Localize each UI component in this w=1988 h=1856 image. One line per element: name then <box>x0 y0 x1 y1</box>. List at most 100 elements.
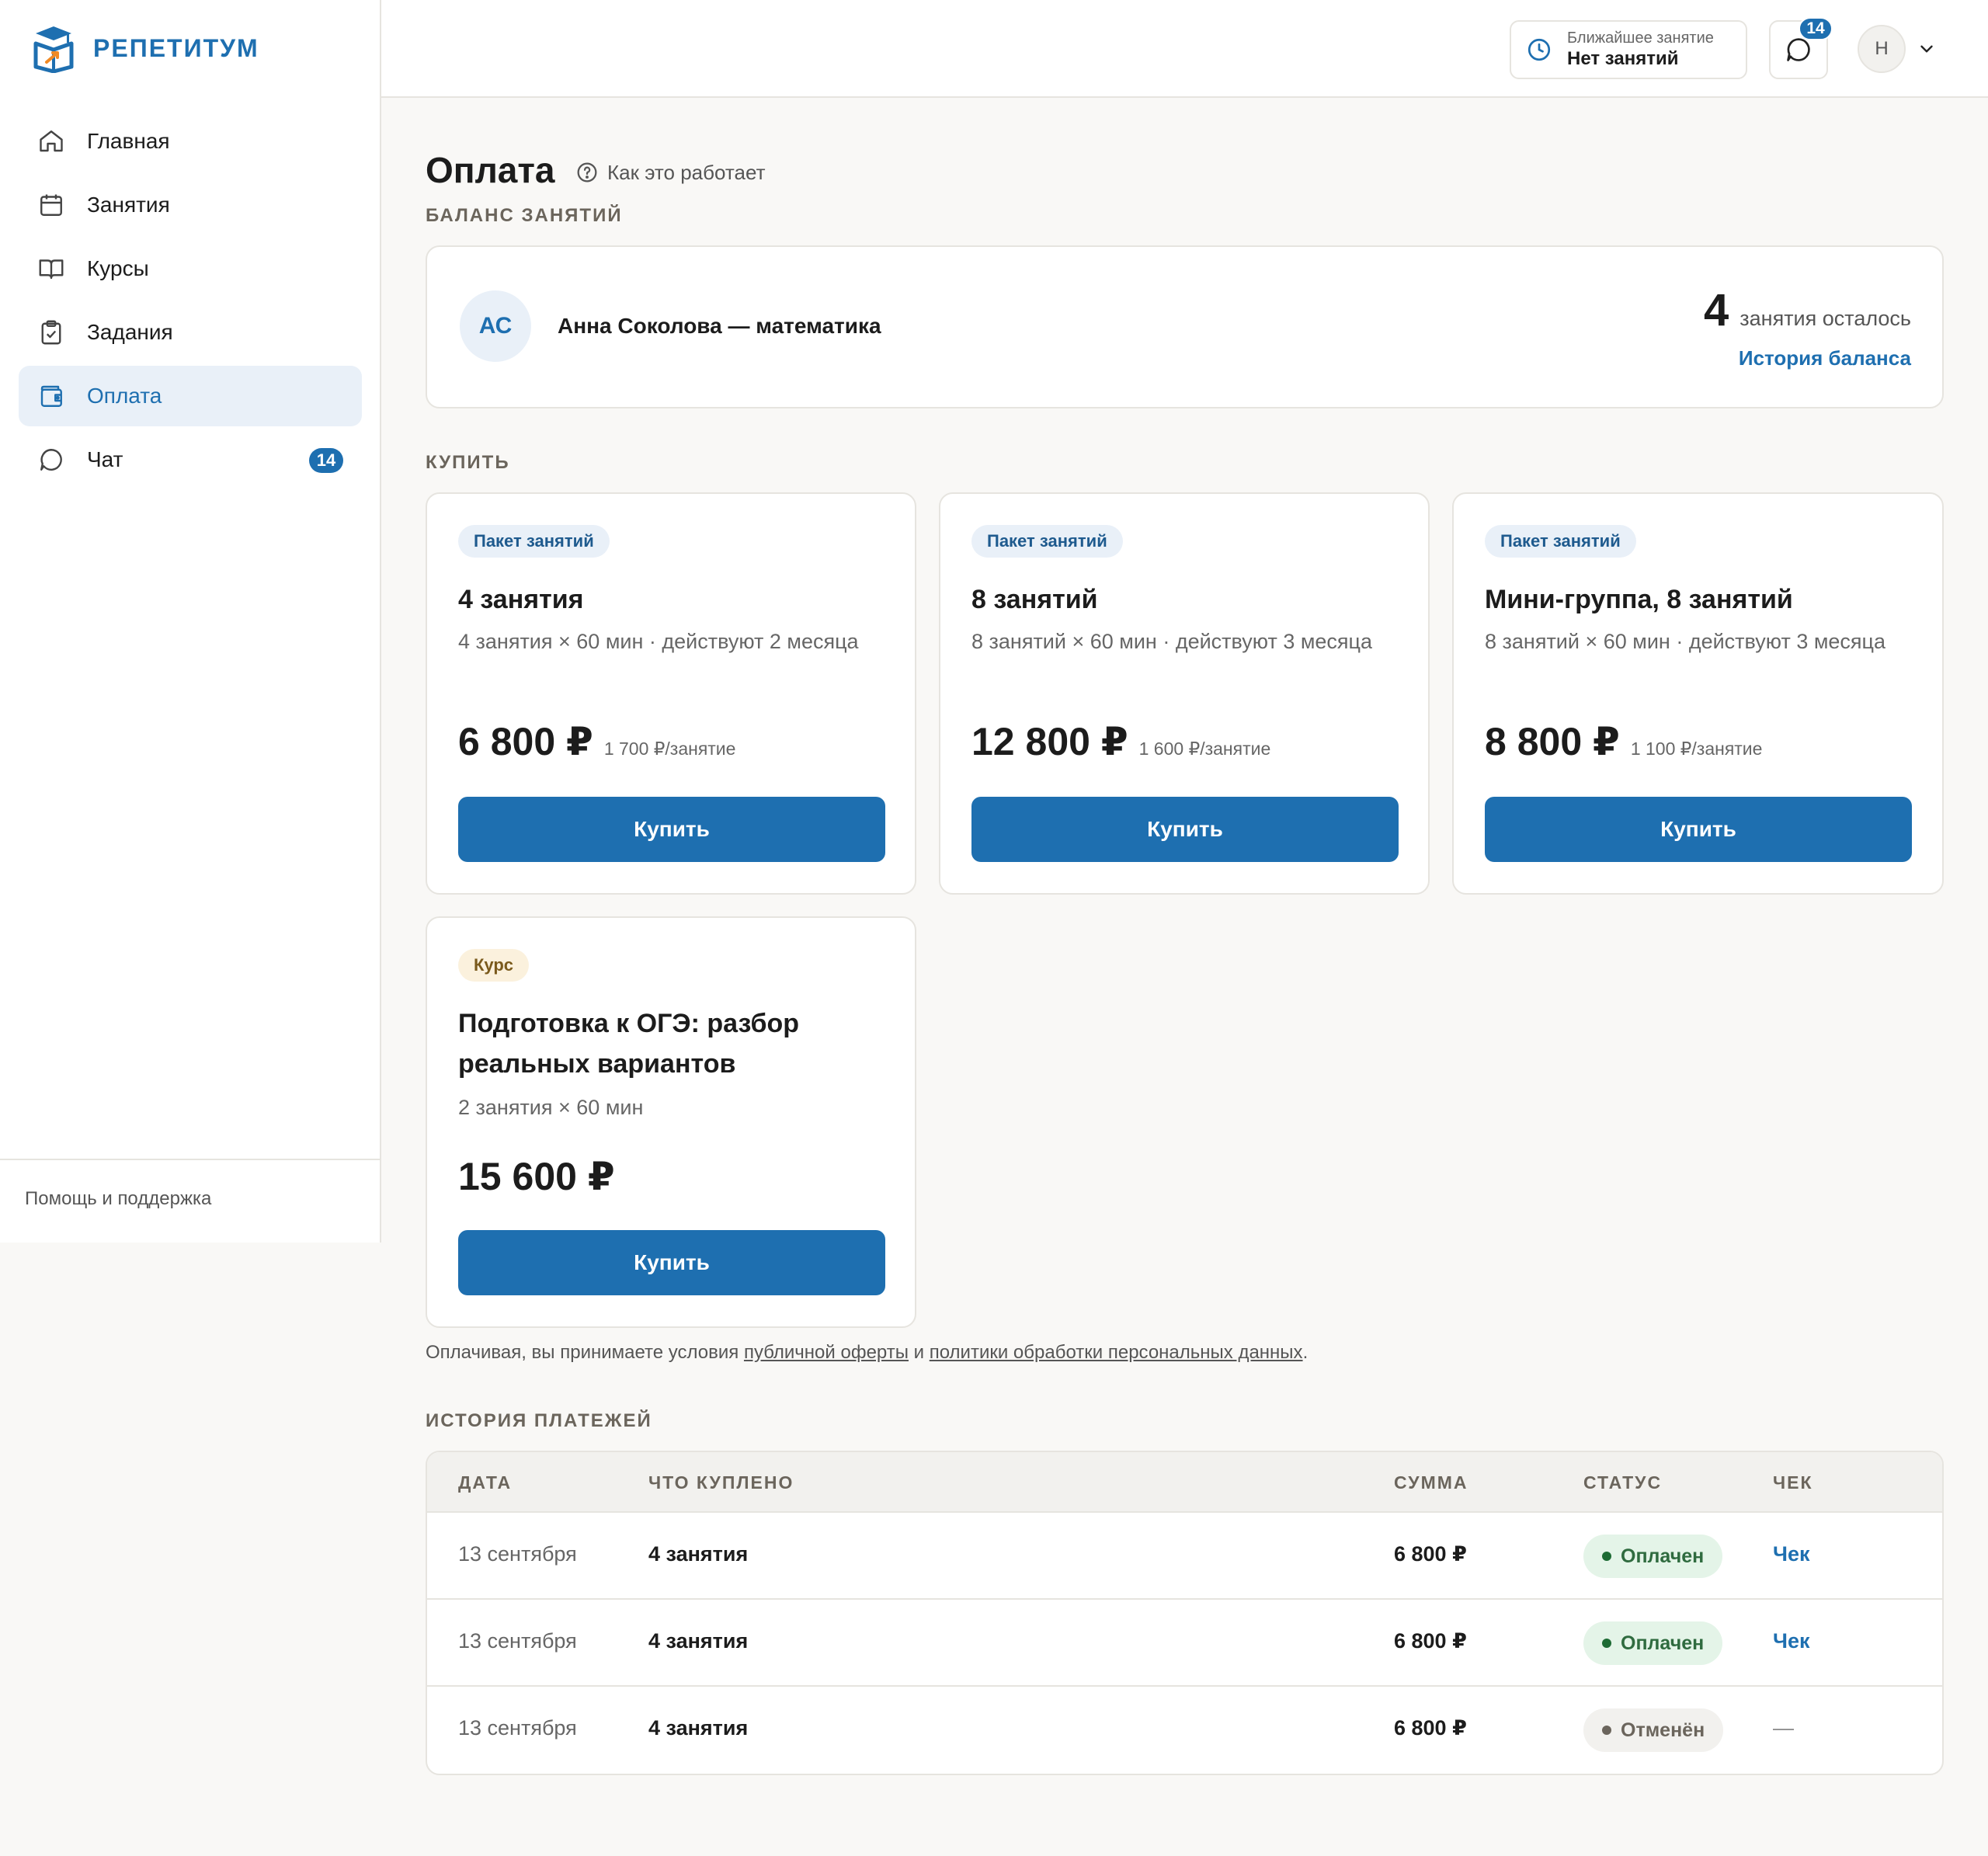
table-row: 13 сентября 4 занятия 6 800 ₽ Оплачен Че… <box>427 1600 1942 1687</box>
package-unit-price: 1 100 ₽/занятие <box>1630 739 1763 759</box>
row-date: 13 сентября <box>458 1542 577 1566</box>
sidebar-item-label: Курсы <box>87 256 149 280</box>
terms-prefix: Оплачивая, вы принимаете условия <box>426 1342 744 1363</box>
how-it-works-label: Как это работает <box>607 160 766 184</box>
clipboard-icon <box>41 320 61 345</box>
public-offer-link[interactable]: публичной оферты <box>744 1342 909 1363</box>
status-text: Оплачен <box>1621 1545 1705 1567</box>
package-description: 8 занятий × 60 мин · действуют 3 месяца <box>1485 630 1886 653</box>
how-it-works-link[interactable]: Как это работает <box>575 160 765 185</box>
row-sum: 6 800 ₽ <box>1394 1629 1467 1653</box>
sidebar-item-lessons[interactable]: Занятия <box>19 175 362 235</box>
course-title-line: Подготовка к ОГЭ: разбор <box>458 1009 800 1038</box>
receipt-link[interactable]: Чек <box>1773 1629 1810 1653</box>
status-badge: Оплачен <box>1583 1535 1723 1578</box>
chevron-down-icon[interactable] <box>1917 39 1937 59</box>
sidebar-item-tasks[interactable]: Задания <box>19 302 362 363</box>
course-title: Подготовка к ОГЭ: разбор реальных вариан… <box>458 1003 799 1084</box>
package-price: 12 800 ₽ 1 600 ₽/занятие <box>971 719 1270 764</box>
buy-button[interactable]: Купить <box>1485 797 1912 862</box>
package-tag: Пакет занятий <box>458 525 610 558</box>
row-sum: 6 800 ₽ <box>1394 1542 1467 1566</box>
header-chat-button[interactable]: 14 <box>1769 17 1833 79</box>
course-card: Курс Подготовка к ОГЭ: разбор реальных в… <box>426 916 916 1328</box>
package-card: Пакет занятий Мини-группа, 8 занятий 8 з… <box>1452 492 1944 895</box>
buy-section-label: КУПИТЬ <box>426 452 510 473</box>
status-dot <box>1602 1552 1611 1561</box>
row-sum: 6 800 ₽ <box>1394 1716 1467 1740</box>
buy-button[interactable]: Купить <box>458 797 885 862</box>
package-card: Пакет занятий 4 занятия 4 занятия × 60 м… <box>426 492 916 895</box>
column-status: СТАТУС <box>1583 1472 1663 1493</box>
sidebar-item-label: Оплата <box>87 384 162 408</box>
terms-middle: и <box>908 1342 930 1363</box>
status-text: Отменён <box>1621 1719 1705 1741</box>
sidebar-item-label: Занятия <box>87 193 170 217</box>
package-price-value: 6 800 ₽ <box>458 720 593 763</box>
package-price-value: 12 800 ₽ <box>971 720 1128 763</box>
package-price: 6 800 ₽ 1 700 ₽/занятие <box>458 719 735 764</box>
balance-card: АС Анна Соколова — математика 4 занятия … <box>426 245 1944 408</box>
package-tag: Пакет занятий <box>971 525 1123 558</box>
package-description: 4 занятия × 60 мин · действуют 2 месяца <box>458 630 859 653</box>
logo[interactable]: РЕПЕТИТУМ <box>31 23 259 73</box>
tutor-subject-name: Анна Соколова — математика <box>558 314 881 338</box>
next-lesson-widget[interactable]: Ближайшее занятие Нет занятий <box>1510 20 1747 79</box>
receipt-link[interactable]: Чек <box>1773 1542 1810 1566</box>
sidebar-item-home[interactable]: Главная <box>19 111 362 172</box>
lessons-remaining-count: 4 <box>1704 285 1729 335</box>
row-date: 13 сентября <box>458 1716 577 1740</box>
package-unit-price: 1 600 ₽/занятие <box>1138 739 1271 759</box>
terms-notice: Оплачивая, вы принимаете условия публичн… <box>426 1342 1308 1364</box>
column-item: ЧТО КУПЛЕНО <box>648 1472 794 1493</box>
buy-button[interactable]: Купить <box>971 797 1399 862</box>
course-price-value: 15 600 ₽ <box>458 1155 615 1198</box>
lessons-remaining-text: занятия осталось <box>1740 307 1911 330</box>
column-sum: СУММА <box>1394 1472 1468 1493</box>
sidebar: РЕПЕТИТУМ Главная Занятия Курсы Задания … <box>0 0 381 1243</box>
logo-icon <box>33 26 74 73</box>
package-title: 8 занятий <box>971 585 1098 614</box>
sidebar-item-courses[interactable]: Курсы <box>19 238 362 299</box>
lessons-remaining: 4 занятия осталось <box>1704 284 1911 336</box>
course-tag: Курс <box>458 949 530 982</box>
status-text: Оплачен <box>1621 1632 1705 1654</box>
tutor-avatar: АС <box>460 290 531 362</box>
table-header: ДАТА ЧТО КУПЛЕНО СУММА СТАТУС ЧЕК <box>427 1452 1942 1513</box>
column-date: ДАТА <box>458 1472 513 1493</box>
row-date: 13 сентября <box>458 1629 577 1653</box>
page-title: Оплата <box>426 150 555 190</box>
user-avatar[interactable]: Н <box>1858 25 1906 73</box>
privacy-policy-link[interactable]: политики обработки персональных данных <box>930 1342 1303 1363</box>
row-item: 4 занятия <box>648 1716 749 1740</box>
course-description: 2 занятия × 60 мин <box>458 1096 644 1119</box>
app-name: РЕПЕТИТУМ <box>93 33 259 62</box>
sidebar-item-label: Задания <box>87 320 173 344</box>
package-card: Пакет занятий 8 занятий 8 занятий × 60 м… <box>939 492 1430 895</box>
sidebar-nav: Главная Занятия Курсы Задания Оплата Чат… <box>19 111 362 493</box>
history-section-label: ИСТОРИЯ ПЛАТЕЖЕЙ <box>426 1410 652 1431</box>
sidebar-item-chat[interactable]: Чат 14 <box>19 429 362 490</box>
help-circle-icon <box>577 162 597 182</box>
row-item: 4 занятия <box>648 1629 749 1653</box>
package-unit-price: 1 700 ₽/занятие <box>603 739 736 759</box>
chat-icon <box>40 449 62 471</box>
payment-history-table: ДАТА ЧТО КУПЛЕНО СУММА СТАТУС ЧЕК 13 сен… <box>426 1451 1944 1775</box>
sidebar-item-label: Чат <box>87 447 123 471</box>
receipt-unavailable: — <box>1773 1716 1794 1740</box>
status-dot <box>1602 1639 1611 1648</box>
status-badge: Оплачен <box>1583 1621 1723 1665</box>
column-receipt: ЧЕК <box>1773 1472 1813 1493</box>
chat-unread-badge: 14 <box>309 448 343 473</box>
status-badge: Отменён <box>1583 1708 1724 1752</box>
help-support-link[interactable]: Помощь и поддержка <box>0 1159 380 1210</box>
buy-button[interactable]: Купить <box>458 1230 885 1295</box>
row-item: 4 занятия <box>648 1542 749 1566</box>
chat-notification-badge: 14 <box>1799 17 1833 40</box>
book-icon <box>39 259 64 280</box>
sidebar-item-payment[interactable]: Оплата <box>19 366 362 426</box>
table-row: 13 сентября 4 занятия 6 800 ₽ Отменён — <box>427 1687 1942 1774</box>
package-title: Мини-группа, 8 занятий <box>1485 585 1793 614</box>
balance-history-link[interactable]: История баланса <box>1739 346 1911 370</box>
sidebar-item-label: Главная <box>87 129 170 153</box>
